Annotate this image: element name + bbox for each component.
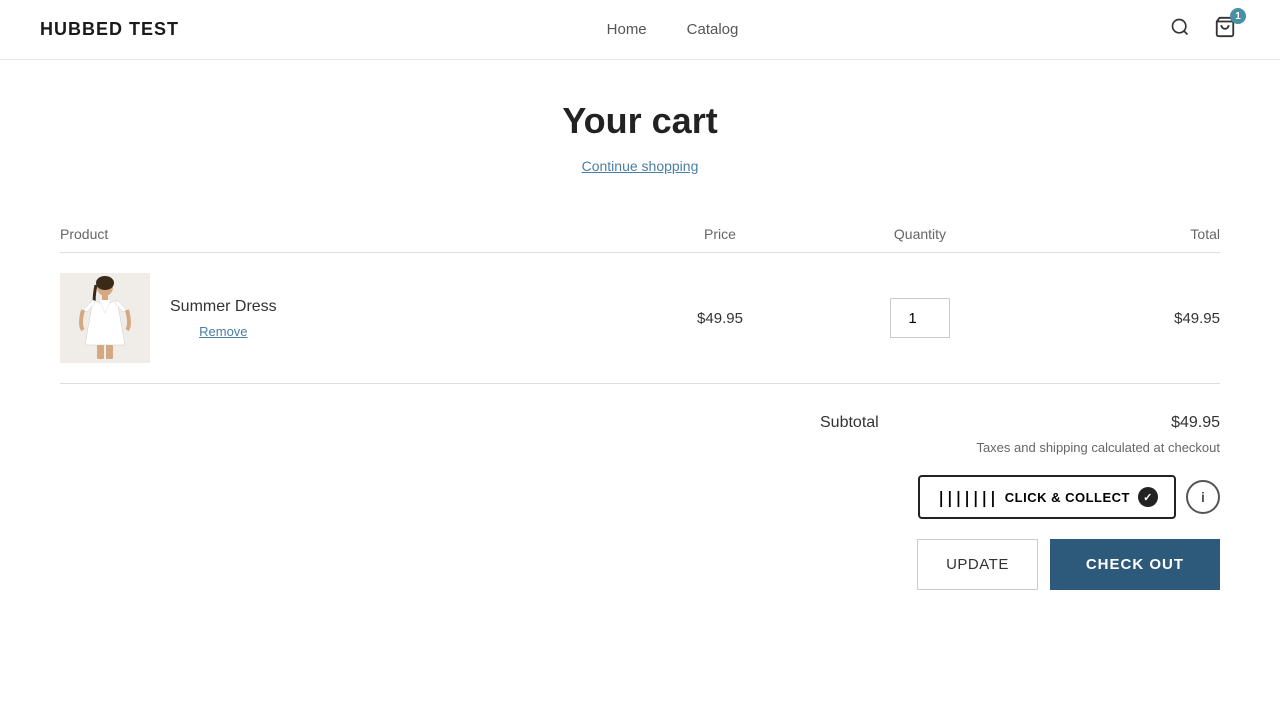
product-info: Summer Dress Remove bbox=[170, 298, 277, 339]
quantity-cell bbox=[820, 298, 1020, 338]
nav-catalog[interactable]: Catalog bbox=[687, 21, 739, 38]
checkmark-icon: ✓ bbox=[1138, 487, 1158, 507]
barcode-icon: ||||||| bbox=[936, 488, 996, 507]
main-content: Your cart Continue shopping Product Pric… bbox=[40, 60, 1240, 630]
item-total: $49.95 bbox=[1020, 310, 1220, 327]
quantity-input[interactable] bbox=[890, 298, 950, 338]
nav-home[interactable]: Home bbox=[607, 21, 647, 38]
info-icon: i bbox=[1201, 489, 1205, 505]
header-product: Product bbox=[60, 226, 620, 242]
product-image bbox=[60, 273, 150, 363]
product-name: Summer Dress bbox=[170, 298, 277, 316]
header-quantity: Quantity bbox=[820, 226, 1020, 242]
order-summary: Subtotal $49.95 Taxes and shipping calcu… bbox=[60, 414, 1220, 590]
cart-button[interactable]: 1 bbox=[1210, 12, 1240, 47]
continue-shopping-link[interactable]: Continue shopping bbox=[582, 158, 699, 174]
taxes-note: Taxes and shipping calculated at checkou… bbox=[976, 440, 1220, 455]
action-buttons: UPDATE CHECK OUT bbox=[917, 539, 1220, 590]
cart-item-row: Summer Dress Remove $49.95 $49.95 bbox=[60, 253, 1220, 384]
product-cell: Summer Dress Remove bbox=[60, 273, 620, 363]
subtotal-label: Subtotal bbox=[820, 414, 879, 432]
update-button[interactable]: UPDATE bbox=[917, 539, 1038, 590]
subtotal-row: Subtotal $49.95 bbox=[820, 414, 1220, 432]
header-price: Price bbox=[620, 226, 820, 242]
header-actions: 1 bbox=[1166, 12, 1240, 47]
click-collect-label: CLICK & COLLECT bbox=[1005, 490, 1130, 505]
header-total: Total bbox=[1020, 226, 1220, 242]
site-header: HUBBED TEST Home Catalog 1 bbox=[0, 0, 1280, 60]
search-button[interactable] bbox=[1166, 13, 1194, 46]
continue-shopping-container: Continue shopping bbox=[60, 158, 1220, 176]
info-button[interactable]: i bbox=[1186, 480, 1220, 514]
checkout-button[interactable]: CHECK OUT bbox=[1050, 539, 1220, 590]
remove-button[interactable]: Remove bbox=[170, 324, 277, 339]
main-nav: Home Catalog bbox=[607, 21, 739, 38]
cart-count-badge: 1 bbox=[1230, 8, 1246, 24]
subtotal-value: $49.95 bbox=[1171, 414, 1220, 432]
product-image-svg bbox=[65, 275, 145, 361]
page-title: Your cart bbox=[60, 100, 1220, 142]
click-collect-button[interactable]: ||||||| CLICK & COLLECT ✓ bbox=[918, 475, 1176, 519]
site-logo: HUBBED TEST bbox=[40, 19, 179, 40]
checkout-options: ||||||| CLICK & COLLECT ✓ i bbox=[918, 475, 1220, 519]
item-price: $49.95 bbox=[620, 310, 820, 327]
search-icon bbox=[1170, 17, 1190, 37]
cart-table-header: Product Price Quantity Total bbox=[60, 216, 1220, 253]
